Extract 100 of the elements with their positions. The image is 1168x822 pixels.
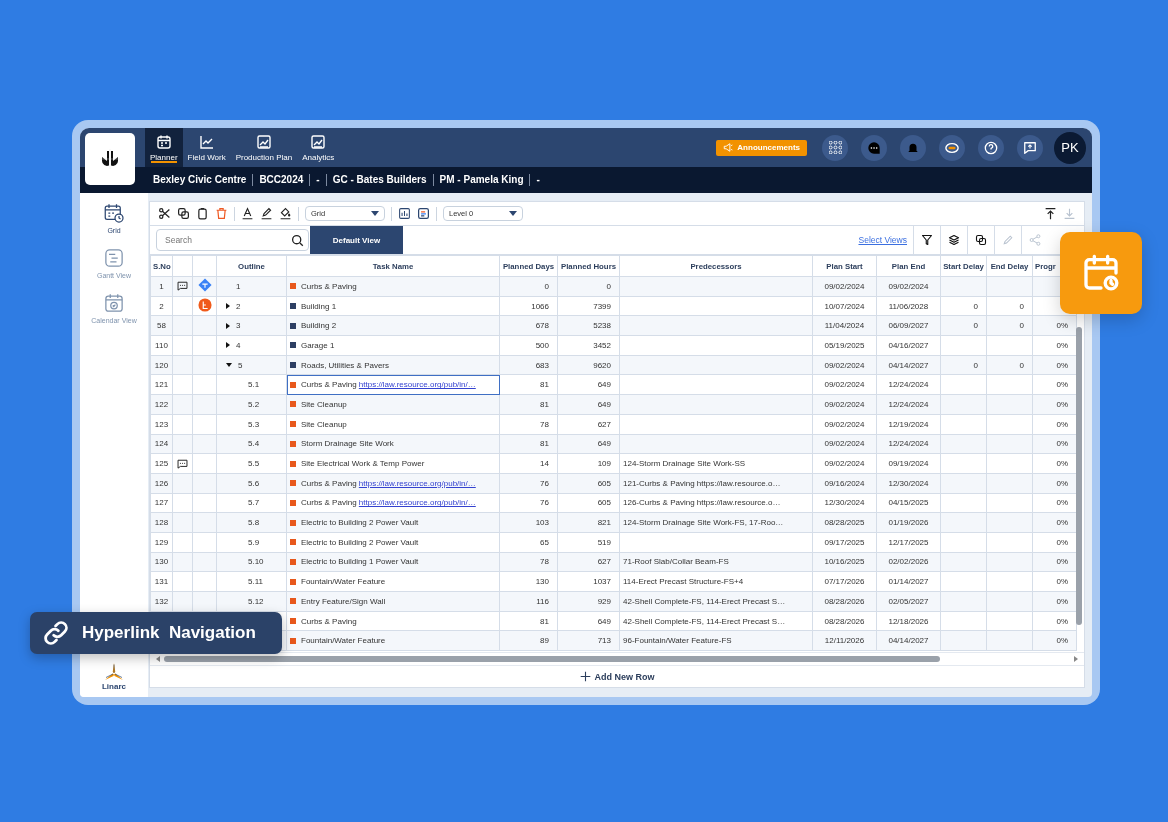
- chart-icon: [255, 133, 272, 150]
- pencil-icon: [1002, 234, 1014, 246]
- view-tab[interactable]: Default View: [310, 226, 403, 254]
- pen-icon: [260, 207, 273, 220]
- table-cell: 04/16/2027: [876, 335, 941, 356]
- task-name: Curbs & Paving: [301, 380, 357, 390]
- expand-toggle[interactable]: [226, 303, 230, 310]
- expand-toggle[interactable]: [226, 322, 230, 329]
- table-cell: 126-Curbs & Paving https://law.resource.o…: [619, 493, 813, 513]
- user-avatar[interactable]: PK: [1054, 131, 1086, 164]
- outline-number: 5.11: [248, 577, 263, 587]
- table-cell: 124-Storm Drainage Site Work-SS: [619, 453, 813, 474]
- nav-tab[interactable]: Production Plan: [230, 128, 298, 167]
- filter-icon: [921, 234, 933, 246]
- select-views-link[interactable]: Select Views: [852, 226, 913, 254]
- outline-number: 2: [236, 301, 241, 311]
- task-name: Building 2: [301, 321, 337, 331]
- table-cell: 12/18/2026: [876, 611, 941, 631]
- expand-toggle[interactable]: [226, 363, 232, 368]
- link-icon: [42, 619, 70, 647]
- delete-icon[interactable]: [215, 207, 228, 220]
- breadcrumb-item: -: [535, 174, 541, 186]
- nav-tab[interactable]: Planner: [145, 128, 183, 167]
- breadcrumb-item: GC - Bates Builders: [326, 174, 434, 186]
- table-cell: 09/17/2025: [812, 532, 877, 553]
- table-cell: 605: [557, 493, 620, 513]
- calendar-clock-icon: [1081, 253, 1121, 293]
- calendar-check-icon: [104, 293, 124, 313]
- table-cell: 122: [150, 394, 173, 415]
- table-cell: 128: [150, 512, 173, 533]
- table-cell: 04/15/2025: [876, 493, 941, 513]
- table-cell: 649: [557, 611, 620, 631]
- table-cell: 12/17/2025: [876, 532, 941, 553]
- search-field[interactable]: Search: [156, 229, 309, 251]
- nav-tab[interactable]: Analytics: [297, 128, 340, 167]
- vertical-scrollbar[interactable]: [1076, 327, 1082, 625]
- breadcrumb-item: -: [310, 174, 327, 186]
- table-cell: 627: [557, 414, 620, 434]
- comment-icon[interactable]: [177, 281, 188, 292]
- app-logo[interactable]: [85, 133, 135, 185]
- chart-icon: [310, 133, 327, 150]
- table-cell: 08/28/2026: [812, 611, 877, 631]
- task-link[interactable]: https://law.resource.org/pub/in/…: [358, 380, 476, 390]
- table-cell: 125: [150, 453, 173, 474]
- task-name: Curbs & Paving: [301, 281, 357, 291]
- table-cell: 10/07/2024: [812, 296, 877, 316]
- outline-number: 5.6: [248, 478, 260, 488]
- comment-icon[interactable]: [177, 458, 188, 469]
- task-name: Electric to Building 2 Power Vault: [301, 537, 419, 547]
- layers-icon: [948, 234, 960, 246]
- notifications-button[interactable]: [900, 134, 926, 161]
- task-name: Entry Feature/Sign Wall: [301, 596, 386, 606]
- task-name: Fountain/Water Feature: [301, 636, 386, 646]
- table-cell: 649: [557, 374, 620, 395]
- table-cell: 05/19/2025: [812, 335, 877, 356]
- outline-number: 5.7: [248, 498, 260, 508]
- outline-number: 5.2: [248, 399, 260, 409]
- table-cell: 130: [150, 552, 173, 572]
- outline-number: 3: [236, 321, 241, 331]
- task-name: Storm Drainage Site Work: [301, 439, 394, 449]
- calendar-clock-icon: [104, 203, 124, 223]
- copy-icon: [975, 234, 987, 246]
- copy-icon: [177, 207, 190, 220]
- nav-tab[interactable]: Field Work: [182, 128, 231, 167]
- table-cell: 130: [499, 571, 558, 592]
- task-link[interactable]: https://law.resource.org/pub/in/…: [358, 498, 476, 508]
- outline-number: 5.3: [248, 419, 260, 429]
- task-name: Curbs & Paving: [301, 478, 357, 488]
- task-name: Site Cleanup: [301, 399, 347, 409]
- clipboard-icon: [196, 207, 209, 220]
- help-button[interactable]: [978, 134, 1004, 161]
- task-name: Site Cleanup: [301, 419, 347, 429]
- chat-button[interactable]: [861, 134, 887, 161]
- upload-icon: [1044, 207, 1057, 220]
- apps-button[interactable]: [822, 134, 848, 161]
- expand-toggle[interactable]: [226, 342, 230, 349]
- fill-color-icon: [279, 207, 292, 220]
- table-cell: 109: [557, 453, 620, 474]
- assistant-button[interactable]: [939, 134, 965, 161]
- chart-icon: [398, 207, 411, 220]
- table-cell: 127: [150, 493, 173, 513]
- cut-icon: [158, 207, 171, 220]
- task-name: Roads, Utilities & Pavers: [301, 360, 390, 370]
- outline-number: 5.1: [248, 380, 260, 390]
- table-cell: 11/06/2028: [876, 296, 941, 316]
- table-cell: 132: [150, 591, 173, 612]
- list-icon: [104, 248, 124, 268]
- table-cell: 121: [150, 374, 173, 395]
- table-cell: 131: [150, 571, 173, 592]
- feedback-button[interactable]: [1017, 134, 1043, 161]
- brand-name: Linarc: [102, 682, 126, 691]
- outline-number: 5.9: [248, 537, 260, 547]
- share-icon: [1029, 234, 1041, 246]
- table-cell: 3452: [557, 335, 620, 356]
- table-cell: 09/02/2024: [812, 453, 877, 474]
- task-link[interactable]: https://law.resource.org/pub/in/…: [358, 478, 476, 488]
- outline-number: 5.5: [248, 459, 260, 469]
- outline-number: 5.10: [248, 557, 264, 567]
- horizontal-scrollbar[interactable]: [164, 656, 940, 662]
- bot-icon: [944, 140, 960, 155]
